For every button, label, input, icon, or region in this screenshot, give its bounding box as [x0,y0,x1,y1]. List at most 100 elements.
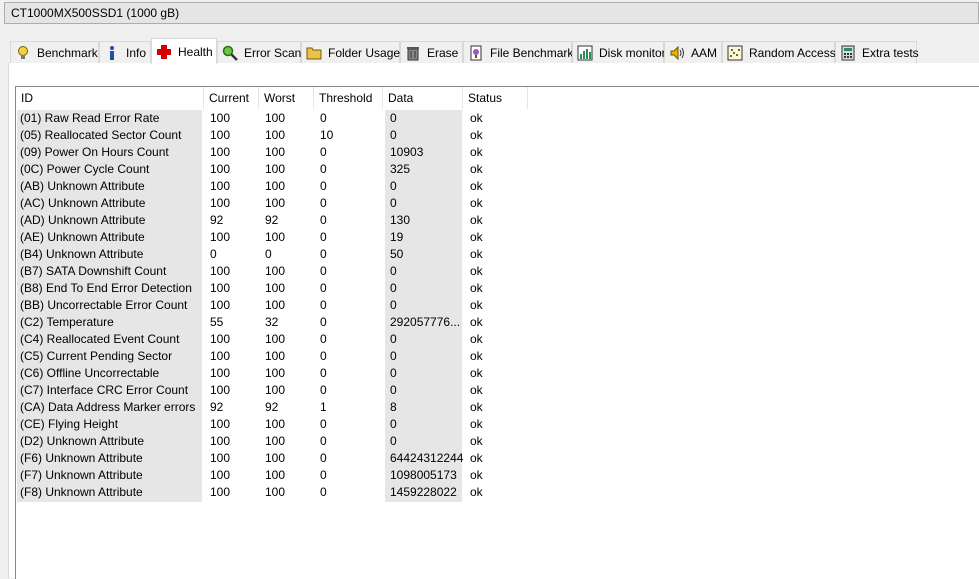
cell-threshold: 0 [320,451,327,465]
cell-current: 100 [210,434,231,448]
tab-erase[interactable]: Erase [400,41,463,63]
cell-worst: 100 [265,434,286,448]
cell-status: ok [470,179,483,193]
cell-threshold: 0 [320,230,327,244]
table-row[interactable]: (F7) Unknown Attribute 100 100 0 1098005173 o… [0,467,979,484]
cell-data: 0 [390,264,397,278]
cell-id: (CE) Flying Height [20,417,119,431]
cell-id: (BB) Uncorrectable Error Count [20,298,188,312]
cell-threshold: 0 [320,298,327,312]
cell-worst: 100 [265,298,286,312]
cell-current: 100 [210,298,231,312]
tab-folder-usage[interactable]: Folder Usage [301,41,400,63]
column-header-threshold[interactable]: Threshold [314,87,383,109]
table-row[interactable]: (C2) Temperature 55 32 0 292057776... ok [0,314,979,331]
table-row[interactable]: (B4) Unknown Attribute 0 0 0 50 ok [0,246,979,263]
tab-file-benchmark[interactable]: File Benchmark [463,41,573,63]
column-header-worst[interactable]: Worst [259,87,314,109]
tab-info[interactable]: Info [99,41,151,63]
header-label: Threshold [319,91,373,105]
table-row[interactable]: (CA) Data Address Marker errors 92 92 1 8 ok [0,399,979,416]
cell-status: ok [470,434,483,448]
cell-worst: 100 [265,366,286,380]
table-row[interactable]: (BB) Uncorrectable Error Count 100 100 0 0 ok [0,297,979,314]
cell-status: ok [470,264,483,278]
tab-label: Erase [427,45,459,60]
table-row[interactable]: (0C) Power Cycle Count 100 100 0 325 ok [0,161,979,178]
tab-random-access[interactable]: Random Access [722,41,836,63]
cell-data: 0 [390,111,397,125]
cell-current: 100 [210,196,231,210]
cell-worst: 100 [265,162,286,176]
cell-threshold: 0 [320,162,327,176]
table-row[interactable]: (05) Reallocated Sector Count 100 100 10 0 ok [0,127,979,144]
cell-id: (09) Power On Hours Count [20,145,169,159]
cell-threshold: 0 [320,281,327,295]
cell-id: (B7) SATA Downshift Count [20,264,167,278]
lightbulb-icon [15,45,31,61]
drive-select[interactable]: CT1000MX500SSD1 (1000 gB) [4,2,979,24]
file-benchmark-icon [468,45,484,61]
cell-id: (AB) Unknown Attribute [20,179,145,193]
cell-status: ok [470,485,483,499]
cell-data: 1459228022 [390,485,457,499]
cell-threshold: 0 [320,434,327,448]
table-row[interactable]: (09) Power On Hours Count 100 100 0 10903 ok [0,144,979,161]
cell-worst: 100 [265,383,286,397]
cell-current: 100 [210,145,231,159]
column-header-status[interactable]: Status [463,87,528,109]
cell-status: ok [470,196,483,210]
cell-worst: 100 [265,281,286,295]
table-row[interactable]: (AE) Unknown Attribute 100 100 0 19 ok [0,229,979,246]
column-header-id[interactable]: ID [16,87,204,109]
table-row[interactable]: (F8) Unknown Attribute 100 100 0 1459228022 o… [0,484,979,501]
cell-worst: 100 [265,264,286,278]
cell-current: 100 [210,468,231,482]
table-row[interactable]: (CE) Flying Height 100 100 0 0 ok [0,416,979,433]
cell-status: ok [470,349,483,363]
table-row[interactable]: (D2) Unknown Attribute 100 100 0 0 ok [0,433,979,450]
cell-status: ok [470,315,483,329]
cell-id: (C5) Current Pending Sector [20,349,173,363]
cell-threshold: 0 [320,145,327,159]
column-header-data[interactable]: Data [383,87,463,109]
cell-threshold: 0 [320,485,327,499]
cell-status: ok [470,417,483,431]
cell-threshold: 0 [320,179,327,193]
table-row[interactable]: (F6) Unknown Attribute 100 100 0 64424312244… [0,450,979,467]
tab-aam[interactable]: AAM [664,41,722,63]
table-row[interactable]: (01) Raw Read Error Rate 100 100 0 0 ok [0,110,979,127]
cell-id: (C4) Reallocated Event Count [20,332,180,346]
header-label: Data [388,91,414,105]
table-row[interactable]: (C5) Current Pending Sector 100 100 0 0 ok [0,348,979,365]
tab-label: Info [126,45,147,60]
table-row[interactable]: (C6) Offline Uncorrectable 100 100 0 0 ok [0,365,979,382]
cell-id: (F7) Unknown Attribute [20,468,143,482]
table-row[interactable]: (AD) Unknown Attribute 92 92 0 130 ok [0,212,979,229]
table-row[interactable]: (B7) SATA Downshift Count 100 100 0 0 ok [0,263,979,280]
cell-status: ok [470,400,483,414]
tab-health[interactable]: Health [151,38,217,64]
cell-data: 64424312244 [390,451,464,465]
table-row[interactable]: (C4) Reallocated Event Count 100 100 0 0 ok [0,331,979,348]
cell-data: 0 [390,298,397,312]
cell-threshold: 0 [320,349,327,363]
tab-label: Random Access [749,45,836,60]
table-row[interactable]: (C7) Interface CRC Error Count 100 100 0 0 ok [0,382,979,399]
tab-extra-tests[interactable]: Extra tests [835,41,919,63]
tab-disk-monitor[interactable]: Disk monitor [572,41,666,63]
cell-data: 292057776... [390,315,461,329]
table-row[interactable]: (AB) Unknown Attribute 100 100 0 0 ok [0,178,979,195]
cell-status: ok [470,247,483,261]
cell-current: 100 [210,366,231,380]
table-row[interactable]: (AC) Unknown Attribute 100 100 0 0 ok [0,195,979,212]
cell-threshold: 0 [320,468,327,482]
table-row[interactable]: (B8) End To End Error Detection 100 100 0 0 o… [0,280,979,297]
tab-error-scan[interactable]: Error Scan [217,41,301,63]
cell-threshold: 1 [320,400,327,414]
column-header-current[interactable]: Current [204,87,259,109]
tab-benchmark[interactable]: Benchmark [10,41,99,63]
cell-worst: 92 [265,400,279,414]
cell-worst: 100 [265,179,286,193]
tab-label: Health [178,44,213,59]
